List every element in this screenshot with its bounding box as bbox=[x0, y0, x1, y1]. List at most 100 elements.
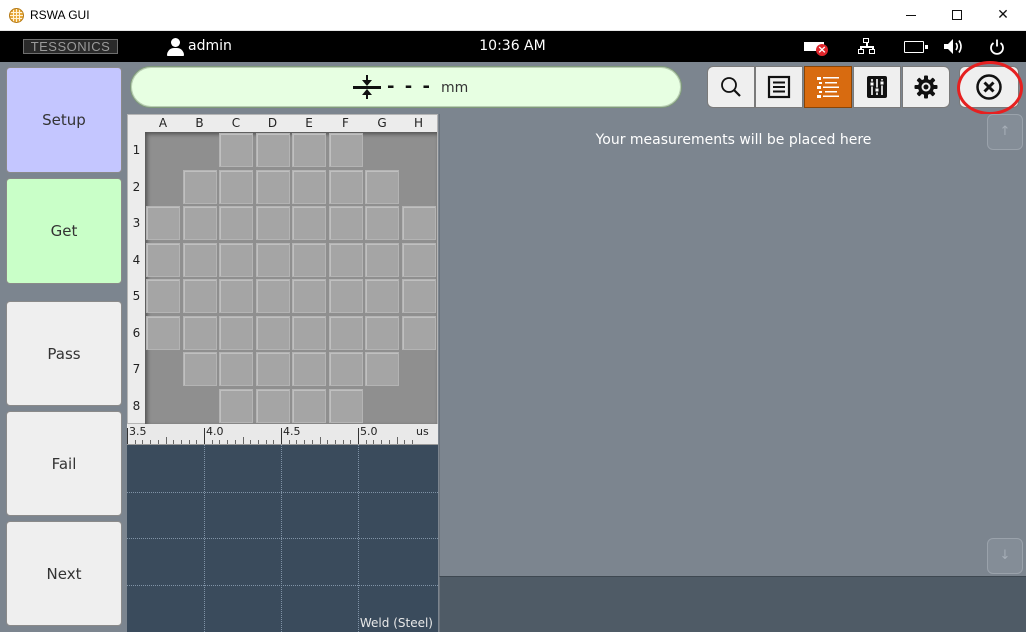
scroll-up-button[interactable]: ↑ bbox=[987, 114, 1023, 150]
grid-cell-B3[interactable] bbox=[182, 206, 217, 240]
grid-cell-F8[interactable] bbox=[328, 388, 363, 423]
ruler-minor-tick bbox=[258, 440, 259, 444]
grid-cell-E7[interactable] bbox=[292, 352, 326, 386]
settings-button[interactable] bbox=[902, 66, 950, 108]
ruler-minor-tick bbox=[227, 440, 228, 444]
volume-icon[interactable] bbox=[943, 38, 965, 55]
grid-cell-G7[interactable] bbox=[365, 352, 399, 386]
ascan-time-ruler: us 3.5 4.0 4.5 5.0 bbox=[127, 424, 438, 445]
grid-cell-D1[interactable] bbox=[255, 133, 290, 167]
grid-cell-F3[interactable] bbox=[328, 206, 363, 240]
ascan-gridline-horizontal bbox=[127, 585, 438, 586]
grid-cell-G4[interactable] bbox=[365, 242, 399, 277]
grid-cell-H6[interactable] bbox=[401, 315, 436, 350]
ruler-minor-tick bbox=[350, 440, 351, 444]
grid-cell-E8[interactable] bbox=[292, 388, 326, 423]
get-button[interactable]: Get bbox=[6, 178, 122, 284]
grid-cell-F6[interactable] bbox=[328, 315, 363, 350]
next-button[interactable]: Next bbox=[6, 521, 122, 626]
grid-cell-B7[interactable] bbox=[182, 352, 217, 386]
grid-cell-E2[interactable] bbox=[292, 169, 326, 204]
measurements-placeholder: Your measurements will be placed here bbox=[595, 132, 872, 148]
tessonics-logo: TESSONICS bbox=[23, 39, 118, 54]
ruler-minor-tick bbox=[135, 440, 136, 444]
ruler-minor-tick bbox=[250, 440, 251, 444]
grid-cell-H3[interactable] bbox=[401, 206, 436, 240]
maximize-button[interactable] bbox=[934, 0, 980, 31]
grid-cell-C8[interactable] bbox=[219, 388, 253, 423]
thickness-icon bbox=[353, 75, 381, 99]
grid-cell-C6[interactable] bbox=[219, 315, 253, 350]
ruler-minor-tick bbox=[235, 440, 236, 444]
grid-cell-D8[interactable] bbox=[255, 388, 290, 423]
grid-cell-D7[interactable] bbox=[255, 352, 290, 386]
grid-row-label: 2 bbox=[132, 179, 141, 194]
pass-button[interactable]: Pass bbox=[6, 301, 122, 406]
grid-cell-F7[interactable] bbox=[328, 352, 363, 386]
window-close-button[interactable]: ✕ bbox=[980, 0, 1026, 31]
grid-cell-F2[interactable] bbox=[328, 169, 363, 204]
ruler-minor-tick bbox=[320, 437, 321, 444]
adjustments-button[interactable] bbox=[853, 66, 901, 108]
grid-cell-C4[interactable] bbox=[219, 242, 253, 277]
grid-cell-C3[interactable] bbox=[219, 206, 253, 240]
grid-cell-G5[interactable] bbox=[365, 279, 399, 313]
network-icon[interactable] bbox=[858, 38, 876, 55]
grid-cell-A6[interactable] bbox=[146, 315, 180, 350]
grid-cell-D3[interactable] bbox=[255, 206, 290, 240]
grid-cell-C5[interactable] bbox=[219, 279, 253, 313]
ruler-minor-tick bbox=[373, 440, 374, 444]
grid-cell-B6[interactable] bbox=[182, 315, 217, 350]
detailed-list-button[interactable] bbox=[804, 66, 852, 108]
ruler-tick-label: 4.0 bbox=[206, 425, 224, 438]
grid-cell-G6[interactable] bbox=[365, 315, 399, 350]
grid-cell-F4[interactable] bbox=[328, 242, 363, 277]
ruler-minor-tick bbox=[381, 440, 382, 444]
power-icon[interactable] bbox=[989, 39, 1005, 55]
grid-cell-E5[interactable] bbox=[292, 279, 326, 313]
thickness-readout: - - - mm bbox=[130, 66, 682, 108]
grid-cell-H4[interactable] bbox=[401, 242, 436, 277]
grid-cell-D2[interactable] bbox=[255, 169, 290, 204]
grid-cell-E6[interactable] bbox=[292, 315, 326, 350]
grid-cell-B2[interactable] bbox=[182, 169, 217, 204]
grid-cell-G3[interactable] bbox=[365, 206, 399, 240]
grid-cell-H5[interactable] bbox=[401, 279, 436, 313]
status-bar: TESSONICS admin 10:36 AM bbox=[0, 31, 1026, 62]
ruler-minor-tick bbox=[158, 440, 159, 444]
grid-cell-D6[interactable] bbox=[255, 315, 290, 350]
grid-cell-F1[interactable] bbox=[328, 133, 363, 167]
grid-cell-A5[interactable] bbox=[146, 279, 180, 313]
grid-cell-C7[interactable] bbox=[219, 352, 253, 386]
grid-cell-E4[interactable] bbox=[292, 242, 326, 277]
ruler-minor-tick bbox=[181, 440, 182, 444]
list-view-button[interactable] bbox=[755, 66, 803, 108]
grid-cell-C1[interactable] bbox=[219, 133, 253, 167]
grid-cell-E3[interactable] bbox=[292, 206, 326, 240]
setup-button[interactable]: Setup bbox=[6, 67, 122, 173]
grid-cell-C2[interactable] bbox=[219, 169, 253, 204]
scroll-down-button[interactable]: ↓ bbox=[987, 538, 1023, 574]
ruler-major-tick bbox=[127, 428, 128, 444]
detailed-list-icon bbox=[817, 77, 839, 98]
grid-cell-A3[interactable] bbox=[146, 206, 180, 240]
grid-cell-A4[interactable] bbox=[146, 242, 180, 277]
grid-cell-B4[interactable] bbox=[182, 242, 217, 277]
no-media-icon[interactable] bbox=[804, 42, 828, 56]
minimize-button[interactable] bbox=[888, 0, 934, 31]
grid-cell-E1[interactable] bbox=[292, 133, 326, 167]
arrow-down-icon: ↓ bbox=[999, 548, 1011, 563]
search-button[interactable] bbox=[707, 66, 755, 108]
grid-column-label: F bbox=[342, 116, 349, 130]
ruler-unit-label: us bbox=[416, 425, 429, 438]
battery-icon[interactable] bbox=[904, 41, 928, 53]
gear-icon bbox=[914, 75, 938, 99]
grid-cell-G2[interactable] bbox=[365, 169, 399, 204]
grid-cell-B5[interactable] bbox=[182, 279, 217, 313]
fail-button[interactable]: Fail bbox=[6, 411, 122, 516]
grid-cell-D4[interactable] bbox=[255, 242, 290, 277]
ruler-minor-tick bbox=[304, 440, 305, 444]
grid-cell-D5[interactable] bbox=[255, 279, 290, 313]
grid-cell-F5[interactable] bbox=[328, 279, 363, 313]
ascan-gridline-horizontal bbox=[127, 492, 438, 493]
